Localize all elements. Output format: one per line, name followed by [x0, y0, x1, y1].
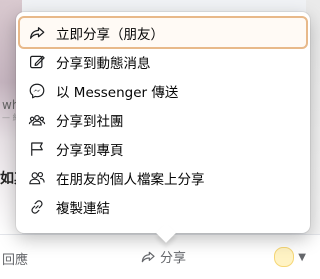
menu-item-share-now[interactable]: 立即分享（朋友）: [18, 16, 308, 49]
comment-button[interactable]: 回應: [2, 249, 28, 268]
share-arrow-icon: [141, 251, 155, 262]
compose-icon: [28, 53, 46, 71]
menu-item-label: 分享到社團: [56, 113, 124, 130]
menu-item-copy-link[interactable]: 複製連結: [20, 192, 306, 221]
menu-item-label: 立即分享（朋友）: [56, 26, 164, 43]
menu-item-share-to-feed[interactable]: 分享到動態消息: [20, 47, 306, 76]
share-label: 分享: [160, 251, 187, 266]
group-icon: [28, 111, 46, 129]
link-icon: [28, 198, 46, 216]
comment-label: 回應: [2, 253, 29, 268]
friends-icon: [28, 169, 46, 187]
menu-item-label: 分享到專頁: [56, 142, 124, 159]
menu-item-label: 複製連結: [56, 200, 110, 217]
flag-icon: [28, 140, 46, 158]
menu-item-label: 在朋友的個人檔案上分享: [56, 171, 205, 188]
menu-item-label: 以 Messenger 傳送: [56, 84, 179, 101]
messenger-icon: [28, 82, 46, 100]
share-arrow-icon: [28, 24, 46, 42]
post-action-bar: 回應 分享 ▼: [0, 234, 320, 279]
menu-item-share-on-friend-profile[interactable]: 在朋友的個人檔案上分享: [20, 163, 306, 192]
menu-item-share-to-page[interactable]: 分享到專頁: [20, 134, 306, 163]
menu-item-share-to-group[interactable]: 分享到社團: [20, 105, 306, 134]
share-button[interactable]: 分享: [140, 247, 186, 266]
menu-item-send-messenger[interactable]: 以 Messenger 傳送: [20, 76, 306, 105]
menu-item-label: 分享到動態消息: [56, 55, 151, 72]
chevron-down-icon: ▼: [298, 251, 306, 263]
reaction-selector[interactable]: ▼: [274, 247, 306, 267]
reaction-emoji-icon: [274, 247, 295, 267]
share-menu: 立即分享（朋友） 分享到動態消息 以 Messenger 傳送 分享到社團 分享…: [16, 12, 310, 243]
